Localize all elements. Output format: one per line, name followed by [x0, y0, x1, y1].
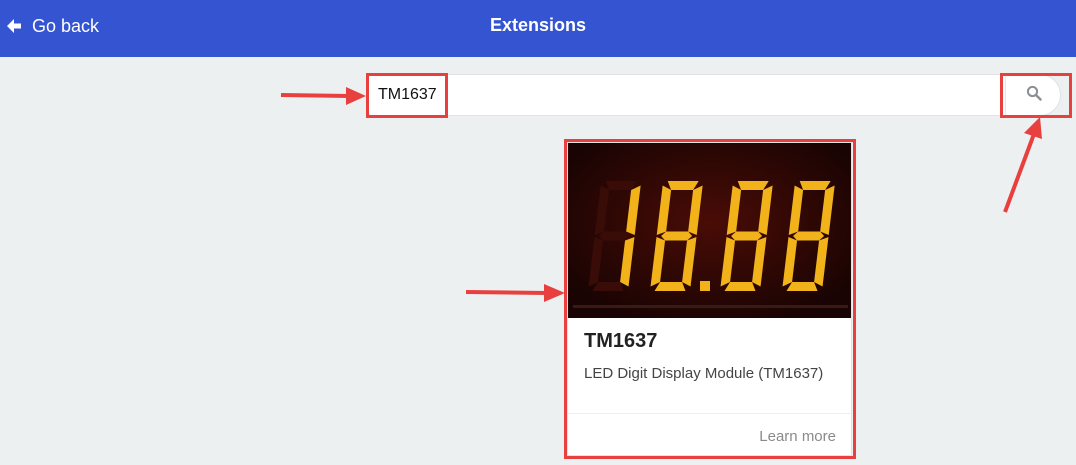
annotation-arrow-search-button	[1003, 117, 1042, 213]
search-input[interactable]	[369, 75, 999, 115]
seven-segment-display-image	[568, 143, 851, 318]
extension-description: LED Digit Display Module (TM1637)	[584, 365, 824, 382]
search-icon	[1026, 85, 1042, 106]
learn-more-link[interactable]: Learn more	[759, 428, 836, 445]
annotation-arrow-card	[465, 284, 565, 302]
digit-1-segment-g	[599, 231, 631, 241]
search-button[interactable]	[1005, 75, 1062, 115]
card-divider	[568, 413, 851, 414]
extension-card[interactable]: TM1637 LED Digit Display Module (TM1637)…	[567, 142, 852, 456]
top-bar: Go back Extensions	[0, 0, 1076, 57]
decimal-point-segment	[700, 281, 710, 291]
annotation-arrows	[280, 87, 1042, 302]
digit-2-segment-g	[661, 231, 693, 241]
annotation-arrow-search-text	[280, 87, 366, 105]
extension-name: TM1637	[584, 330, 658, 352]
page-title: Extensions	[489, 15, 587, 35]
digit-3-segment-g	[731, 231, 763, 241]
search-bar	[368, 74, 1061, 116]
digit-4-segment-g	[793, 231, 825, 241]
